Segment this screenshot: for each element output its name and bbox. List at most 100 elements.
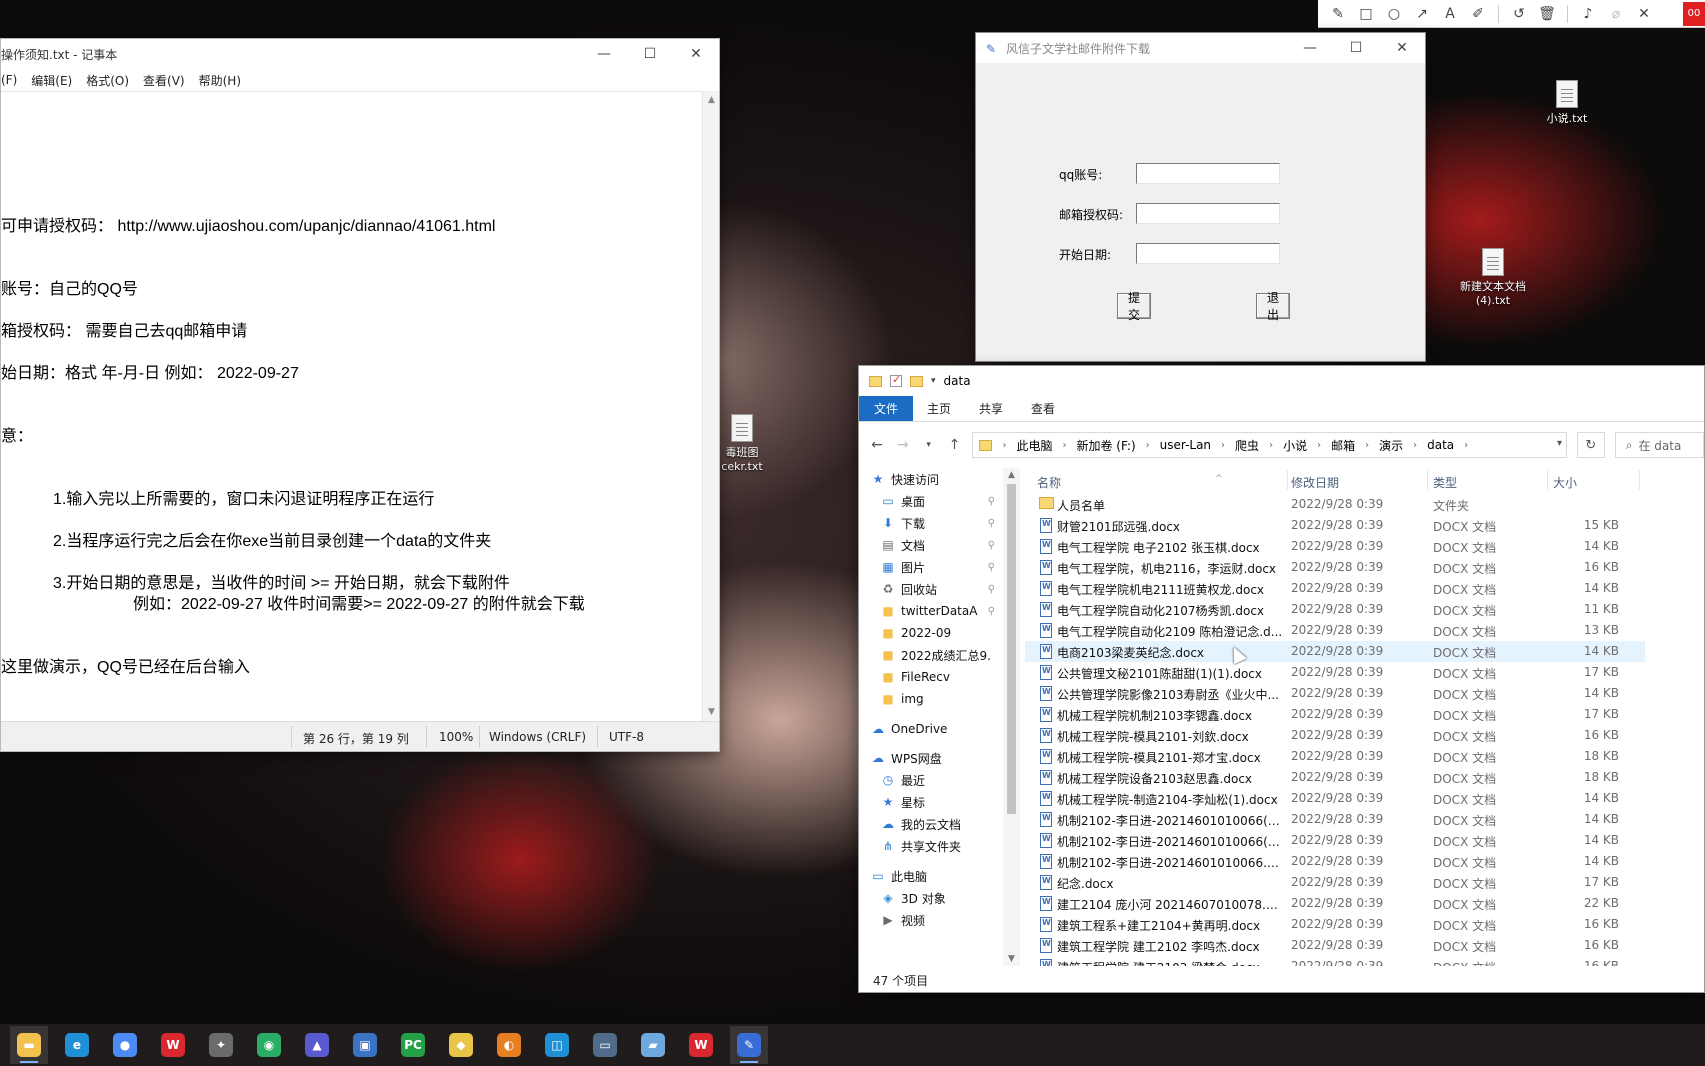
nav-item[interactable]: ■ 2022成绩汇总9. bbox=[859, 644, 1003, 666]
breadcrumb-item[interactable]: 演示 bbox=[1379, 437, 1403, 454]
file-explorer-icon[interactable]: ▬ bbox=[10, 1026, 48, 1064]
file-row[interactable]: 建筑工程学院 建工2103 梁梦会.docx 2022/9/28 0:39 DOCX… bbox=[1025, 956, 1645, 966]
record-badge[interactable]: 00 bbox=[1683, 1, 1705, 26]
breadcrumb-item[interactable]: 邮箱 bbox=[1331, 437, 1355, 454]
rectangle-icon[interactable]: □ bbox=[1352, 2, 1380, 26]
nav-item[interactable]: ⋔ 共享文件夹 bbox=[859, 835, 1003, 857]
file-row[interactable]: 机械工程学院-模具2101-郑才宝.docx 2022/9/28 0:39 DOCX… bbox=[1025, 746, 1645, 767]
pencil-icon[interactable]: ✎ bbox=[1324, 2, 1352, 26]
nav-item[interactable]: ◈ 3D 对象 bbox=[859, 887, 1003, 909]
column-date[interactable]: 修改日期 bbox=[1291, 474, 1339, 491]
wps-icon[interactable]: W bbox=[154, 1026, 192, 1064]
breadcrumb-item[interactable]: 新加卷 (F:) bbox=[1076, 437, 1135, 454]
bird-app-icon[interactable]: ✦ bbox=[202, 1026, 240, 1064]
python-icon[interactable]: ◆ bbox=[442, 1026, 480, 1064]
vertical-scrollbar[interactable]: ▲ ▼ bbox=[702, 91, 719, 721]
wps-writer-icon[interactable]: W bbox=[682, 1026, 720, 1064]
scroll-up-icon[interactable]: ▲ bbox=[1003, 470, 1020, 480]
column-divider[interactable] bbox=[1287, 470, 1288, 490]
file-row[interactable]: 机制2102-李日进-20214601010066(2).... 2022/9/2… bbox=[1025, 830, 1645, 851]
file-row[interactable]: 公共管理学院影像2103寿尉丞《业火中... 2022/9/28 0:39 DOCX… bbox=[1025, 683, 1645, 704]
menu-view[interactable]: 查看(V) bbox=[143, 72, 185, 89]
file-row[interactable]: 建筑工程系+建工2104+黄再明.docx 2022/9/28 0:39 DOCX … bbox=[1025, 914, 1645, 935]
exit-button[interactable]: 退出 bbox=[1256, 291, 1290, 322]
minimize-icon[interactable]: — bbox=[1287, 33, 1333, 63]
mic-off-icon[interactable]: ⌀ bbox=[1602, 2, 1630, 26]
close-icon[interactable]: ✕ bbox=[1630, 2, 1658, 26]
file-row[interactable]: 电气工程学院自动化2107杨秀凯.docx 2022/9/28 0:39 DOCX … bbox=[1025, 599, 1645, 620]
pen-app-icon[interactable]: ▰ bbox=[634, 1026, 672, 1064]
breadcrumb-item[interactable]: 小说 bbox=[1283, 437, 1307, 454]
menu-file[interactable]: (F) bbox=[1, 73, 17, 87]
new-folder-icon[interactable] bbox=[910, 375, 923, 387]
scroll-thumb[interactable] bbox=[1007, 484, 1016, 814]
desktop-icon-partial-txt[interactable]: 毒班图 cekr.txt bbox=[712, 414, 772, 474]
feather-app-icon[interactable]: ✎ bbox=[730, 1026, 768, 1064]
qq-account-input[interactable] bbox=[1136, 163, 1280, 184]
submit-button[interactable]: 提交 bbox=[1117, 291, 1151, 322]
file-row[interactable]: 电气工程学院机电2111班黄权龙.docx 2022/9/28 0:39 DOCX … bbox=[1025, 578, 1645, 599]
remote-desktop-icon[interactable]: ▣ bbox=[346, 1026, 384, 1064]
file-row[interactable]: 公共管理文秘2101陈甜甜(1)(1).docx 2022/9/28 0:39 DO… bbox=[1025, 662, 1645, 683]
nav-item[interactable]: ▭ 此电脑 bbox=[859, 865, 1003, 887]
breadcrumb-item[interactable]: 此电脑 bbox=[1016, 437, 1052, 454]
nav-item[interactable]: ▦ 图片 ⚲ bbox=[859, 556, 1003, 578]
back-icon[interactable]: ← bbox=[869, 437, 885, 453]
nav-item[interactable]: ☁ 我的云文档 bbox=[859, 813, 1003, 835]
file-row[interactable]: 机械工程学院设备2103赵思鑫.docx 2022/9/28 0:39 DOCX 文… bbox=[1025, 767, 1645, 788]
explorer-titlebar[interactable]: ▾ data bbox=[859, 366, 1704, 396]
column-divider[interactable] bbox=[1547, 470, 1548, 490]
breadcrumb-item[interactable]: user-Lan bbox=[1160, 438, 1211, 452]
file-row[interactable]: 电商2103梁麦英纪念.docx 2022/9/28 0:39 DOCX 文档 14 … bbox=[1025, 641, 1645, 662]
menu-help[interactable]: 帮助(H) bbox=[199, 72, 241, 89]
file-row[interactable]: 人员名单 2022/9/28 0:39 文件夹 bbox=[1025, 494, 1645, 515]
properties-icon[interactable] bbox=[890, 373, 902, 387]
nav-item[interactable]: ■ FileRecv bbox=[859, 666, 1003, 688]
nav-item[interactable]: ★ 快速访问 bbox=[859, 468, 1003, 490]
circle-icon[interactable]: ○ bbox=[1380, 2, 1408, 26]
undo-icon[interactable]: ↺ bbox=[1505, 2, 1533, 26]
mountain-app-icon[interactable]: ▲ bbox=[298, 1026, 336, 1064]
file-row[interactable]: 财管2101邱远强.docx 2022/9/28 0:39 DOCX 文档 15 KB bbox=[1025, 515, 1645, 536]
breadcrumb-item[interactable]: data bbox=[1427, 438, 1454, 452]
menu-format[interactable]: 格式(O) bbox=[86, 72, 129, 89]
nav-item[interactable]: ■ 2022-09 bbox=[859, 622, 1003, 644]
file-row[interactable]: 机械工程学院-制造2104-李灿松(1).docx 2022/9/28 0:39 D… bbox=[1025, 788, 1645, 809]
nav-item[interactable]: ▭ 桌面 ⚲ bbox=[859, 490, 1003, 512]
file-row[interactable]: 建工2104 庞小河 20214607010078.do... 2022/9/28… bbox=[1025, 893, 1645, 914]
recent-dropdown-icon[interactable]: ▾ bbox=[921, 440, 937, 450]
nav-item[interactable]: ⬇ 下载 ⚲ bbox=[859, 512, 1003, 534]
tab-home[interactable]: 主页 bbox=[913, 396, 965, 421]
tab-file[interactable]: 文件 bbox=[859, 396, 914, 421]
nav-item[interactable]: ▶ 视频 bbox=[859, 909, 1003, 931]
close-icon[interactable]: ✕ bbox=[1379, 33, 1425, 63]
text-icon[interactable]: A bbox=[1436, 2, 1464, 26]
delete-icon[interactable]: 🗑 bbox=[1533, 2, 1561, 26]
start-date-input[interactable] bbox=[1136, 243, 1280, 264]
close-icon[interactable]: ✕ bbox=[673, 39, 719, 69]
capture-app-icon[interactable]: ◫ bbox=[538, 1026, 576, 1064]
nav-item[interactable]: ◷ 最近 bbox=[859, 769, 1003, 791]
notepad-text-area[interactable]: 可申请授权码： http://www.ujiaoshou.com/upanjc/… bbox=[1, 91, 702, 721]
scroll-down-icon[interactable]: ▼ bbox=[1003, 954, 1020, 964]
volume-icon[interactable]: ♪ bbox=[1574, 2, 1602, 26]
edge-icon[interactable]: e bbox=[58, 1026, 96, 1064]
desktop-icon-novel-txt[interactable]: 小说.txt bbox=[1522, 80, 1612, 126]
up-icon[interactable]: ↑ bbox=[947, 437, 963, 453]
minimize-icon[interactable]: — bbox=[581, 39, 627, 69]
file-row[interactable]: 机械工程学院-模具2101-刘欽.docx 2022/9/28 0:39 DOCX … bbox=[1025, 725, 1645, 746]
file-row[interactable]: 电气工程学院，机电2116，李运财.docx 2022/9/28 0:39 DOCX… bbox=[1025, 557, 1645, 578]
address-dropdown-icon[interactable]: ▾ bbox=[1557, 438, 1562, 449]
chrome-icon[interactable]: ● bbox=[106, 1026, 144, 1064]
column-type[interactable]: 类型 bbox=[1433, 474, 1457, 491]
scroll-up-icon[interactable]: ▲ bbox=[703, 95, 720, 105]
column-divider[interactable] bbox=[1639, 470, 1640, 490]
nav-item[interactable]: ■ img bbox=[859, 688, 1003, 710]
tab-share[interactable]: 共享 bbox=[965, 396, 1017, 421]
maximize-icon[interactable]: ☐ bbox=[627, 39, 673, 69]
monitor-app-icon[interactable]: ▭ bbox=[586, 1026, 624, 1064]
column-divider[interactable] bbox=[1427, 470, 1428, 490]
maximize-icon[interactable]: ☐ bbox=[1333, 33, 1379, 63]
file-row[interactable]: 机制2102-李日进-20214601010066.do... 2022/9/28… bbox=[1025, 851, 1645, 872]
refresh-icon[interactable]: ↻ bbox=[1576, 432, 1605, 458]
